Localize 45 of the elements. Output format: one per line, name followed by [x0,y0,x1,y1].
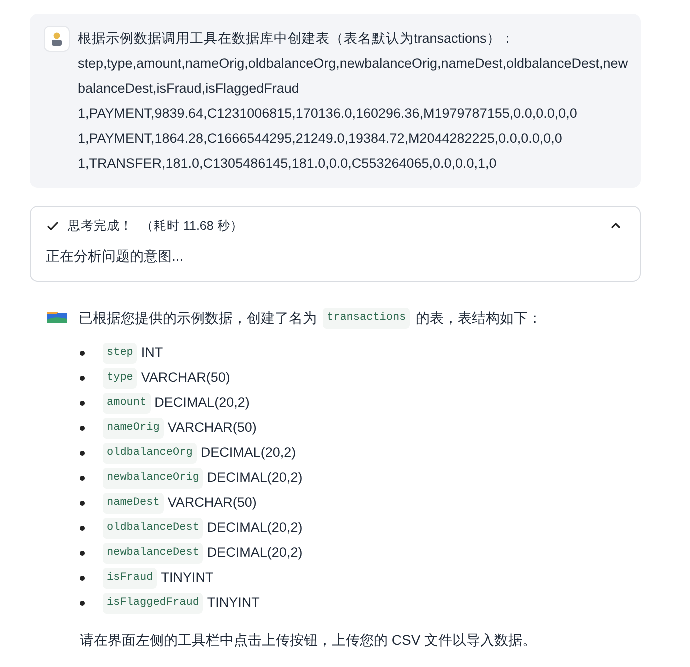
bullet-icon [80,600,85,606]
column-type: TINYINT [207,594,260,612]
column-name: newbalanceDest [103,543,204,564]
bullet-icon [80,500,85,506]
response-intro: 已根据您提供的示例数据，创建了名为 transactions 的表，表结构如下： [79,308,542,329]
column-name: step [103,343,138,364]
column-name: nameOrig [103,418,164,438]
column-type: TINYINT [161,569,214,588]
column-type: DECIMAL(20,2) [207,544,303,562]
column-name: oldbalanceDest [103,518,204,538]
column-name: isFlaggedFraud [103,593,204,614]
bullet-icon [80,350,85,356]
bullet-icon [80,526,85,531]
bullet-icon [80,376,85,381]
bullet-icon [80,476,85,481]
column-name: type [103,368,138,388]
column-type: DECIMAL(20,2) [200,444,296,462]
bullet-icon [80,450,85,456]
column-type: DECIMAL(20,2) [207,519,303,538]
column-name: newbalanceOrig [103,468,204,488]
message-text: 1,PAYMENT,9839.64,C1231006815,170136.0,160296.36,M1979787155,0.0,0.0,0,0 [78,105,578,123]
thinking-content: 正在分析问题的意图... [46,246,185,266]
bullet-icon [80,426,85,431]
bullet-icon [80,550,85,556]
column-name: nameDest [103,493,164,514]
bullet-icon [80,400,85,406]
message-text: 1,PAYMENT,1864.28,C1666544295,21249.0,19384.72,M2044282225,0.0,0.0,0,0 [78,130,564,148]
response-footer: 请在界面左侧的工具栏中点击上传按钮，上传您的 CSV 文件以导入数据。 [80,630,690,651]
thinking-duration: （耗时 11.68 秒） [141,218,244,235]
message-text: 1,TRANSFER,181.0,C1305486145,181.0,0.0,C553264065,0.0,0.0,1,0 [78,155,498,173]
column-type: VARCHAR(50) [141,369,230,388]
column-type: INT [141,344,164,362]
thinking-status: 思考完成！ [68,218,133,235]
message-text: 根据示例数据调用工具在数据库中创建表（表名默认为transactions）： [78,30,516,48]
message-text: step,type,amount,nameOrig,oldbalanceOrg,newbalanceOrig,nameDest,oldbalanceDest,newbalanceDest,isFraud,isFlaggedFraud [78,55,630,98]
column-name: amount [103,393,151,414]
user-avatar-icon [44,26,70,52]
column-type: DECIMAL(20,2) [207,469,303,488]
column-name: isFraud [103,568,158,588]
column-type: VARCHAR(50) [168,419,257,438]
column-type: DECIMAL(20,2) [154,394,250,412]
column-name: oldbalanceOrg [103,443,197,464]
check-icon [46,219,60,234]
column-type: VARCHAR(50) [168,494,257,512]
bullet-icon [80,576,85,581]
